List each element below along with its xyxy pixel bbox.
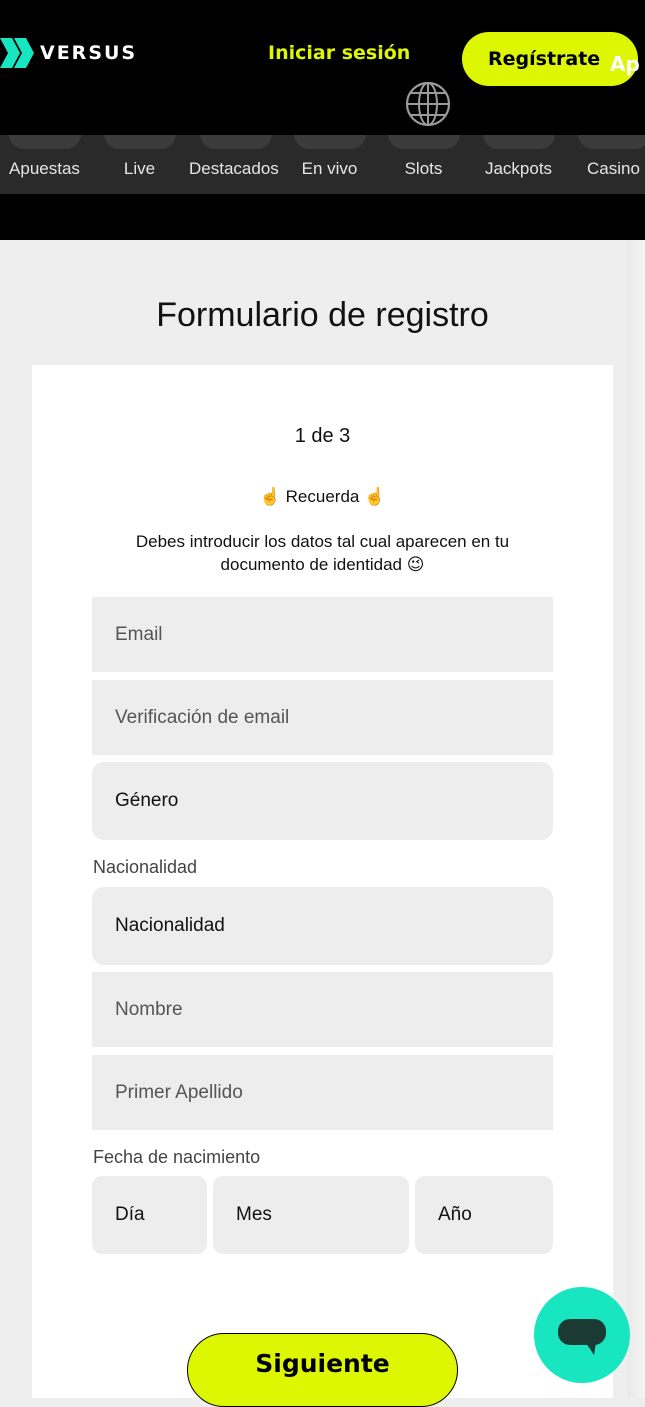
nav-item-en-vivo[interactable]: En vivo [282, 135, 377, 194]
nationality-value: Nacionalidad [115, 915, 225, 937]
top-header: VERSUS Iniciar sesión Regístrate Ap Apue… [0, 0, 645, 240]
registration-card: 1 de 3 ☝️ Recuerda ☝️ Debes introducir l… [32, 365, 613, 1398]
nationality-select[interactable]: Nacionalidad [92, 887, 553, 965]
nav-icon [200, 135, 272, 149]
birthdate-label: Fecha de nacimiento [93, 1147, 260, 1168]
logo-text: VERSUS [40, 42, 137, 64]
nav-label: Apuestas [0, 159, 92, 179]
email-placeholder: Email [115, 624, 163, 646]
day-value: Día [115, 1204, 145, 1226]
versus-logo-icon [0, 38, 34, 68]
globe-icon[interactable] [405, 81, 451, 127]
year-select[interactable]: Año [415, 1176, 553, 1254]
email-field[interactable]: Email [92, 597, 553, 672]
nav-label: Jackpots [471, 159, 566, 179]
name-field[interactable]: Nombre [92, 972, 553, 1047]
gender-select[interactable]: Género [92, 762, 553, 840]
versus-logo[interactable]: VERSUS [0, 38, 137, 68]
month-select[interactable]: Mes [213, 1176, 409, 1254]
year-value: Año [438, 1204, 472, 1226]
surname-placeholder: Primer Apellido [115, 1082, 243, 1104]
nav-item-apuestas[interactable]: Apuestas [0, 135, 92, 194]
surname-field[interactable]: Primer Apellido [92, 1055, 553, 1130]
day-select[interactable]: Día [92, 1176, 207, 1254]
nav-item-slots[interactable]: Slots [376, 135, 471, 194]
nav-item-destacados[interactable]: Destacados [189, 135, 282, 194]
remember-note: ☝️ Recuerda ☝️ [32, 487, 613, 507]
nav-item-live[interactable]: Live [92, 135, 187, 194]
chat-bubble-icon [556, 1317, 608, 1357]
nav-icon [9, 135, 81, 149]
email-verification-field[interactable]: Verificación de email [92, 680, 553, 755]
nav-label: Destacados [189, 159, 282, 179]
chat-button[interactable] [534, 1287, 630, 1383]
nav-label: En vivo [282, 159, 377, 179]
nav-icon [294, 135, 366, 149]
email-verification-placeholder: Verificación de email [115, 707, 289, 729]
nav-item-jackpots[interactable]: Jackpots [471, 135, 566, 194]
gender-value: Género [115, 790, 178, 812]
nav-icon [388, 135, 460, 149]
nav-label: Casino [566, 159, 645, 179]
next-button[interactable]: Siguiente [187, 1333, 458, 1407]
app-link-clipped[interactable]: Ap [610, 52, 640, 76]
login-link[interactable]: Iniciar sesión [268, 42, 410, 64]
nav-label: Live [92, 159, 187, 179]
month-value: Mes [236, 1204, 272, 1226]
page-title: Formulario de registro [0, 296, 645, 335]
nav-icon [483, 135, 555, 149]
page-edge [628, 240, 645, 1398]
name-placeholder: Nombre [115, 999, 183, 1021]
nationality-label: Nacionalidad [93, 857, 197, 878]
step-indicator: 1 de 3 [32, 425, 613, 448]
category-nav: Apuestas Live Destacados En vivo Slots J… [0, 135, 645, 194]
nav-icon [104, 135, 176, 149]
nav-item-casino[interactable]: Casino [566, 135, 645, 194]
nav-icon [578, 135, 645, 149]
identity-hint: Debes introducir los datos tal cual apar… [92, 530, 553, 576]
nav-label: Slots [376, 159, 471, 179]
